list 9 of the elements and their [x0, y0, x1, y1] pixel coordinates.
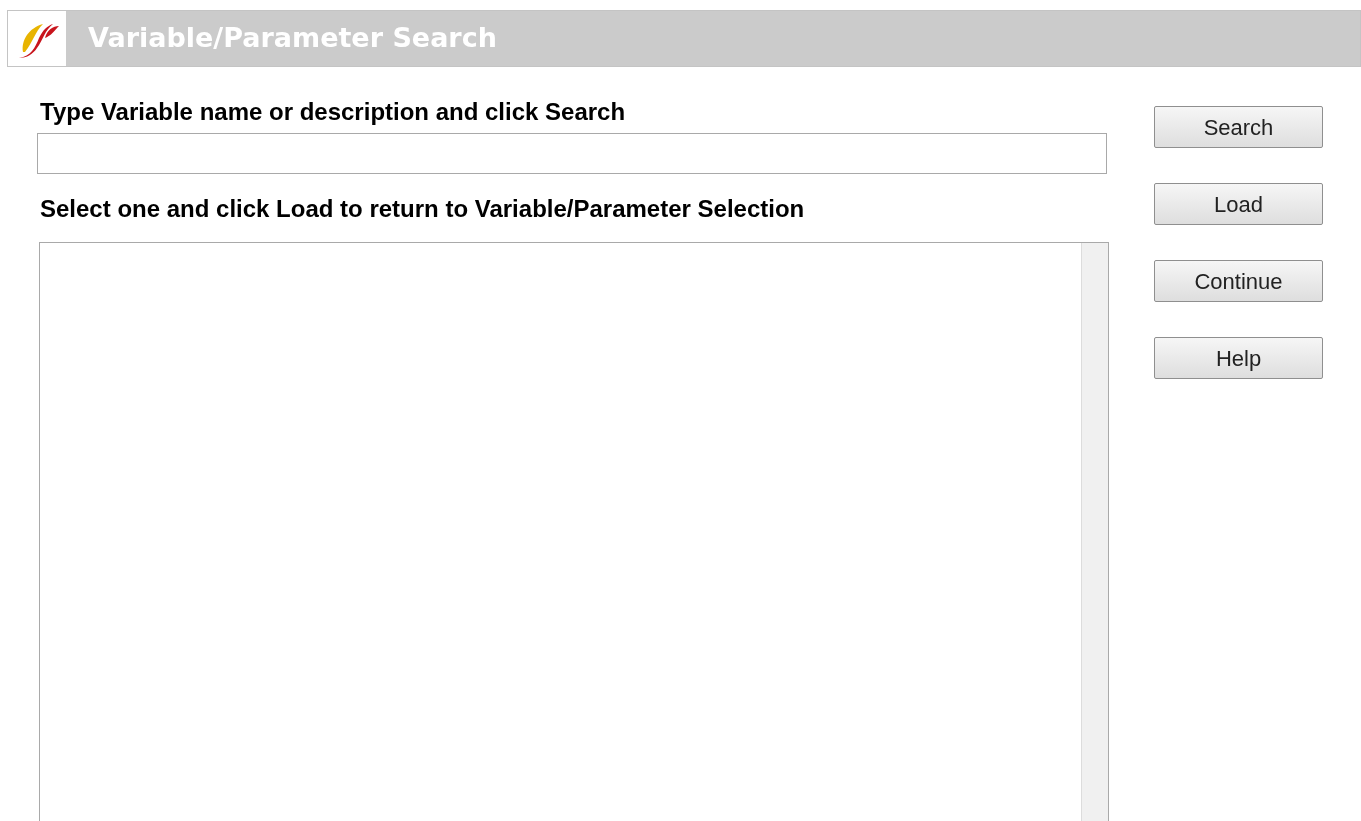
search-label: Type Variable name or description and click Search — [40, 97, 627, 127]
action-button[interactable]: Continue — [1154, 260, 1323, 302]
action-button[interactable]: Load — [1154, 183, 1323, 225]
scrollbar[interactable] — [1081, 243, 1108, 821]
action-button[interactable]: Search — [1154, 106, 1323, 148]
action-button[interactable]: Help — [1154, 337, 1323, 379]
search-field[interactable] — [37, 133, 1107, 174]
results-label: Select one and click Load to return to Variable/Parameter Selection — [40, 194, 806, 224]
results-list[interactable] — [39, 242, 1109, 821]
